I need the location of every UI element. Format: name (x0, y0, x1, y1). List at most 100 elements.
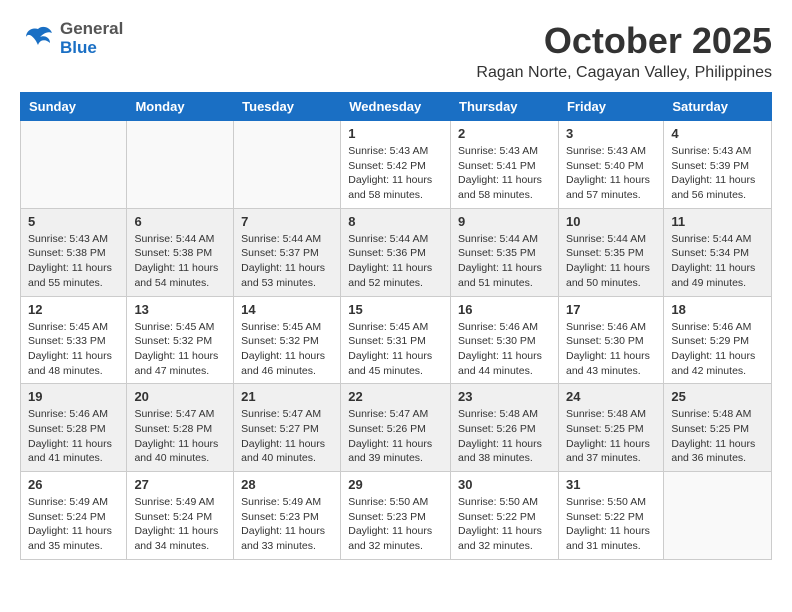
table-row: 2 Sunrise: 5:43 AM Sunset: 5:41 PM Daylig… (451, 121, 559, 209)
col-thursday: Thursday (451, 93, 559, 121)
day-info: Sunrise: 5:46 AM Sunset: 5:29 PM Dayligh… (671, 320, 764, 379)
day-info: Sunrise: 5:44 AM Sunset: 5:35 PM Dayligh… (566, 232, 656, 291)
day-info: Sunrise: 5:49 AM Sunset: 5:23 PM Dayligh… (241, 495, 333, 554)
table-row: 19 Sunrise: 5:46 AM Sunset: 5:28 PM Dayli… (21, 384, 127, 472)
calendar-week-row: 1 Sunrise: 5:43 AM Sunset: 5:42 PM Daylig… (21, 121, 772, 209)
day-number: 29 (348, 477, 443, 492)
logo-icon (20, 21, 56, 57)
table-row: 12 Sunrise: 5:45 AM Sunset: 5:33 PM Dayli… (21, 296, 127, 384)
day-info: Sunrise: 5:43 AM Sunset: 5:39 PM Dayligh… (671, 144, 764, 203)
table-row: 13 Sunrise: 5:45 AM Sunset: 5:32 PM Dayli… (127, 296, 234, 384)
day-number: 2 (458, 126, 551, 141)
day-info: Sunrise: 5:50 AM Sunset: 5:23 PM Dayligh… (348, 495, 443, 554)
table-row: 4 Sunrise: 5:43 AM Sunset: 5:39 PM Daylig… (664, 121, 772, 209)
day-info: Sunrise: 5:45 AM Sunset: 5:31 PM Dayligh… (348, 320, 443, 379)
day-info: Sunrise: 5:46 AM Sunset: 5:30 PM Dayligh… (458, 320, 551, 379)
col-saturday: Saturday (664, 93, 772, 121)
logo-blue-text: Blue (60, 39, 123, 58)
day-info: Sunrise: 5:47 AM Sunset: 5:27 PM Dayligh… (241, 407, 333, 466)
table-row: 10 Sunrise: 5:44 AM Sunset: 5:35 PM Dayli… (558, 208, 663, 296)
day-info: Sunrise: 5:47 AM Sunset: 5:26 PM Dayligh… (348, 407, 443, 466)
day-info: Sunrise: 5:45 AM Sunset: 5:33 PM Dayligh… (28, 320, 119, 379)
table-row: 3 Sunrise: 5:43 AM Sunset: 5:40 PM Daylig… (558, 121, 663, 209)
day-info: Sunrise: 5:43 AM Sunset: 5:40 PM Dayligh… (566, 144, 656, 203)
table-row: 21 Sunrise: 5:47 AM Sunset: 5:27 PM Dayli… (234, 384, 341, 472)
day-info: Sunrise: 5:48 AM Sunset: 5:25 PM Dayligh… (566, 407, 656, 466)
day-info: Sunrise: 5:50 AM Sunset: 5:22 PM Dayligh… (458, 495, 551, 554)
day-info: Sunrise: 5:44 AM Sunset: 5:36 PM Dayligh… (348, 232, 443, 291)
table-row: 25Sunrise: 5:48 AM Sunset: 5:25 PM Dayli… (664, 384, 772, 472)
day-info: Sunrise: 5:43 AM Sunset: 5:41 PM Dayligh… (458, 144, 551, 203)
table-row: 22 Sunrise: 5:47 AM Sunset: 5:26 PM Dayli… (341, 384, 451, 472)
day-info: Sunrise: 5:46 AM Sunset: 5:28 PM Dayligh… (28, 407, 119, 466)
day-info: Sunrise: 5:44 AM Sunset: 5:35 PM Dayligh… (458, 232, 551, 291)
day-number: 27 (134, 477, 226, 492)
logo-text: General Blue (60, 20, 123, 57)
table-row: 24 Sunrise: 5:48 AM Sunset: 5:25 PM Dayli… (558, 384, 663, 472)
day-info: Sunrise: 5:45 AM Sunset: 5:32 PM Dayligh… (241, 320, 333, 379)
day-number: 4 (671, 126, 764, 141)
day-number: 31 (566, 477, 656, 492)
calendar-week-row: 19 Sunrise: 5:46 AM Sunset: 5:28 PM Dayli… (21, 384, 772, 472)
day-info: Sunrise: 5:45 AM Sunset: 5:32 PM Dayligh… (134, 320, 226, 379)
day-number: 15 (348, 302, 443, 317)
day-number: 22 (348, 389, 443, 404)
day-number: 20 (134, 389, 226, 404)
calendar-header-row: Sunday Monday Tuesday Wednesday Thursday… (21, 93, 772, 121)
table-row: 17 Sunrise: 5:46 AM Sunset: 5:30 PM Dayli… (558, 296, 663, 384)
day-info: Sunrise: 5:44 AM Sunset: 5:38 PM Dayligh… (134, 232, 226, 291)
location-title: Ragan Norte, Cagayan Valley, Philippines (476, 64, 772, 82)
day-info: Sunrise: 5:49 AM Sunset: 5:24 PM Dayligh… (28, 495, 119, 554)
day-number: 8 (348, 214, 443, 229)
table-row: 28 Sunrise: 5:49 AM Sunset: 5:23 PM Dayli… (234, 472, 341, 560)
day-number: 24 (566, 389, 656, 404)
day-number: 10 (566, 214, 656, 229)
table-row: 5 Sunrise: 5:43 AM Sunset: 5:38 PM Daylig… (21, 208, 127, 296)
day-number: 18 (671, 302, 764, 317)
logo-general-text: General (60, 20, 123, 39)
day-info: Sunrise: 5:44 AM Sunset: 5:34 PM Dayligh… (671, 232, 764, 291)
table-row: 1 Sunrise: 5:43 AM Sunset: 5:42 PM Daylig… (341, 121, 451, 209)
table-row: 30Sunrise: 5:50 AM Sunset: 5:22 PM Dayli… (451, 472, 559, 560)
col-sunday: Sunday (21, 93, 127, 121)
calendar-week-row: 12 Sunrise: 5:45 AM Sunset: 5:33 PM Dayli… (21, 296, 772, 384)
day-number: 7 (241, 214, 333, 229)
day-number: 19 (28, 389, 119, 404)
day-number: 28 (241, 477, 333, 492)
title-section: October 2025 Ragan Norte, Cagayan Valley… (476, 20, 772, 82)
day-info: Sunrise: 5:43 AM Sunset: 5:42 PM Dayligh… (348, 144, 443, 203)
table-row: 31Sunrise: 5:50 AM Sunset: 5:22 PM Dayli… (558, 472, 663, 560)
table-row: 11 Sunrise: 5:44 AM Sunset: 5:34 PM Dayli… (664, 208, 772, 296)
day-number: 21 (241, 389, 333, 404)
table-row: 26Sunrise: 5:49 AM Sunset: 5:24 PM Dayli… (21, 472, 127, 560)
col-friday: Friday (558, 93, 663, 121)
table-row: 14 Sunrise: 5:45 AM Sunset: 5:32 PM Dayli… (234, 296, 341, 384)
day-info: Sunrise: 5:48 AM Sunset: 5:26 PM Dayligh… (458, 407, 551, 466)
table-row: 16 Sunrise: 5:46 AM Sunset: 5:30 PM Dayli… (451, 296, 559, 384)
day-number: 12 (28, 302, 119, 317)
table-row: 23Sunrise: 5:48 AM Sunset: 5:26 PM Dayli… (451, 384, 559, 472)
calendar-table: Sunday Monday Tuesday Wednesday Thursday… (20, 92, 772, 560)
page-header: General Blue October 2025 Ragan Norte, C… (20, 20, 772, 82)
col-monday: Monday (127, 93, 234, 121)
day-number: 16 (458, 302, 551, 317)
day-number: 11 (671, 214, 764, 229)
day-number: 14 (241, 302, 333, 317)
month-title: October 2025 (476, 20, 772, 62)
calendar-week-row: 26Sunrise: 5:49 AM Sunset: 5:24 PM Dayli… (21, 472, 772, 560)
col-tuesday: Tuesday (234, 93, 341, 121)
day-info: Sunrise: 5:46 AM Sunset: 5:30 PM Dayligh… (566, 320, 656, 379)
day-number: 6 (134, 214, 226, 229)
table-row: 27Sunrise: 5:49 AM Sunset: 5:24 PM Dayli… (127, 472, 234, 560)
day-info: Sunrise: 5:43 AM Sunset: 5:38 PM Dayligh… (28, 232, 119, 291)
day-number: 13 (134, 302, 226, 317)
day-number: 3 (566, 126, 656, 141)
day-number: 5 (28, 214, 119, 229)
day-number: 17 (566, 302, 656, 317)
table-row (664, 472, 772, 560)
col-wednesday: Wednesday (341, 93, 451, 121)
day-number: 9 (458, 214, 551, 229)
day-info: Sunrise: 5:44 AM Sunset: 5:37 PM Dayligh… (241, 232, 333, 291)
table-row (127, 121, 234, 209)
day-number: 1 (348, 126, 443, 141)
